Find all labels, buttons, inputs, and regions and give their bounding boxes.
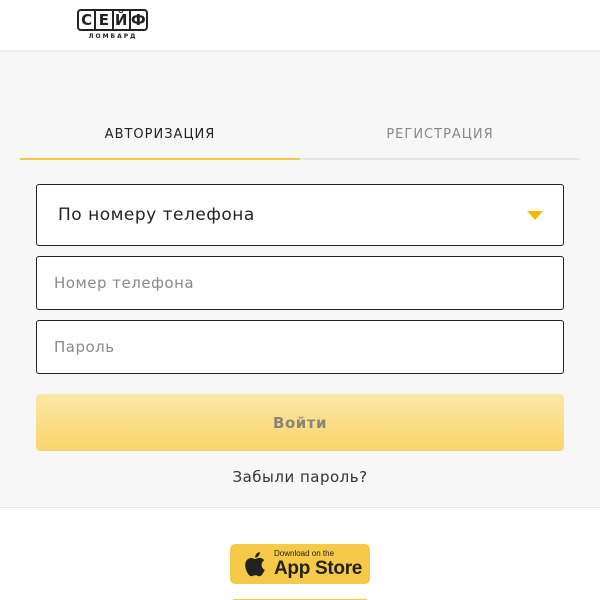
app-store-text: Download on the App Store [274,549,363,579]
logo-box: С Е Й Ф [77,9,148,31]
seif-logo[interactable]: С Е Й Ф ЛОМБАРД [77,9,149,43]
app-store-badge[interactable]: Download on the App Store [230,544,370,584]
phone-field-wrapper [36,256,564,310]
login-method-value: По номеру телефона [58,205,255,225]
phone-input[interactable] [37,257,563,309]
password-input[interactable] [37,321,563,373]
login-button[interactable]: Войти [36,394,564,451]
apple-icon [245,552,265,577]
logo-letter: С [79,11,97,29]
logo-letter: Е [96,11,114,29]
logo-subtitle: ЛОМБАРД [88,33,138,40]
tab-authorization[interactable]: АВТОРИЗАЦИЯ [20,110,300,160]
logo-letter: Й [114,11,131,29]
footer: Download on the App Store [0,507,600,600]
password-field-wrapper [36,320,564,374]
app-store-caption: Download on the [274,549,335,558]
top-header: С Е Й Ф ЛОМБАРД [0,0,600,50]
forgot-password-link[interactable]: Забыли пароль? [0,468,600,486]
auth-tabs: АВТОРИЗАЦИЯ РЕГИСТРАЦИЯ [20,110,580,160]
caret-down-icon [527,211,543,220]
login-method-select[interactable]: По номеру телефона [36,184,564,246]
app-store-title: App Store [274,558,363,579]
logo-letter: Ф [130,11,146,29]
tab-registration[interactable]: РЕГИСТРАЦИЯ [300,110,580,158]
